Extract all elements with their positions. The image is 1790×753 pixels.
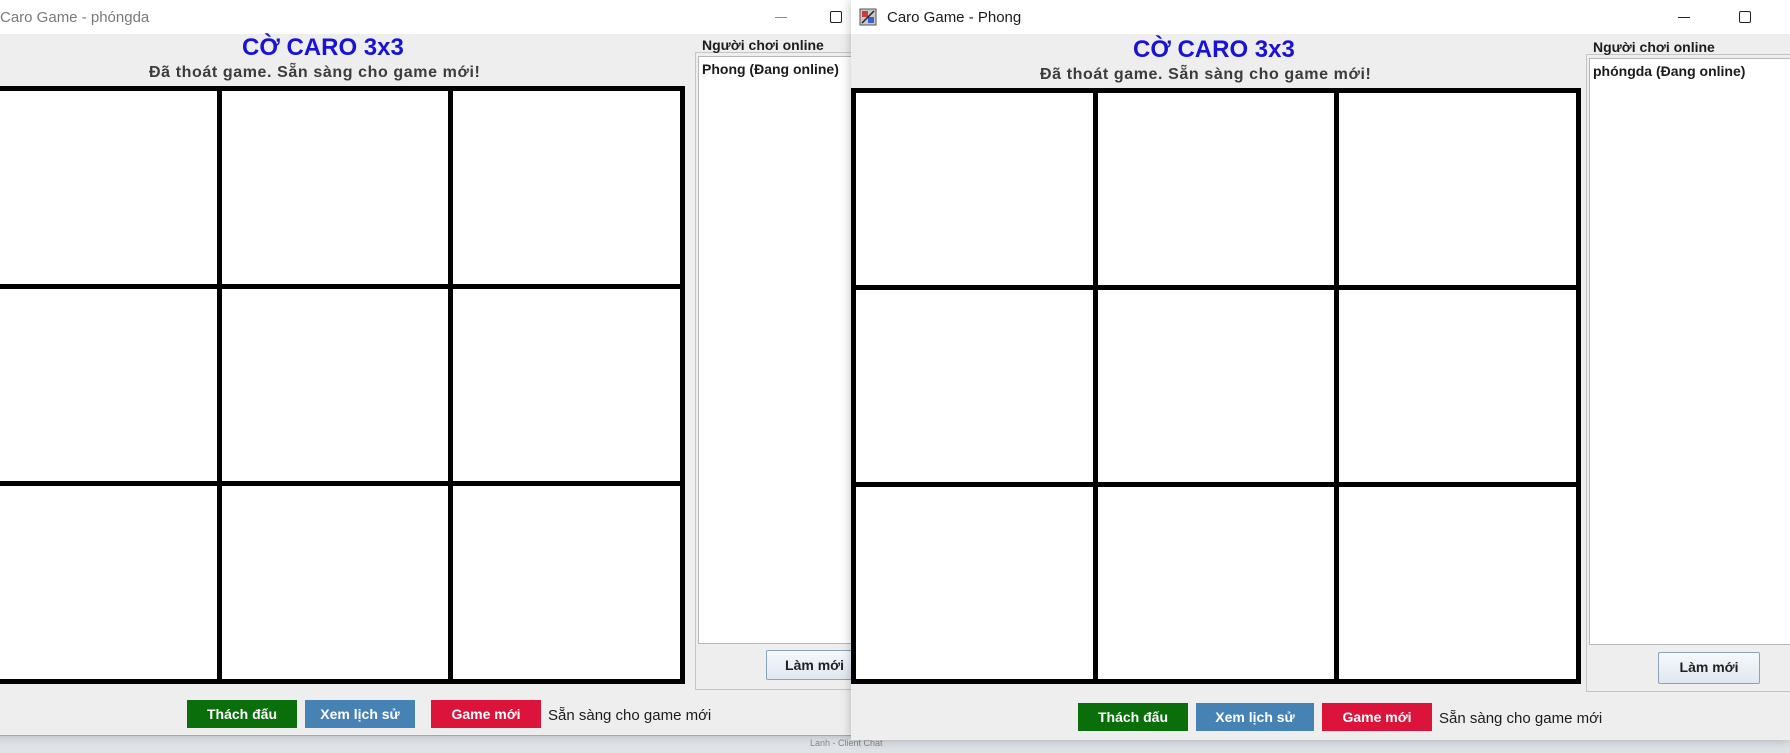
title-bar[interactable]: Caro Game - phóngda <box>0 0 860 34</box>
new-game-button[interactable]: Game mới <box>431 700 541 728</box>
board-cell[interactable] <box>1097 487 1335 679</box>
online-player-item[interactable]: phóngda (Đang online) <box>1593 63 1745 79</box>
footer-status: Sẵn sàng cho game mới <box>548 707 712 724</box>
game-window-right: Caro Game - Phong CỜ CARO 3x3 Đã thoát g… <box>851 0 1790 740</box>
maximize-icon[interactable] <box>825 7 847 27</box>
app-icon <box>859 8 877 26</box>
challenge-button[interactable]: Thách đấu <box>1078 703 1188 731</box>
board-cell[interactable] <box>1339 93 1576 285</box>
board-cell[interactable] <box>0 91 217 284</box>
game-title: CỜ CARO 3x3 <box>242 34 404 61</box>
game-board <box>851 88 1581 684</box>
history-button[interactable]: Xem lịch sử <box>305 700 415 728</box>
board-cell[interactable] <box>221 486 449 679</box>
online-players-label: Người chơi online <box>702 37 824 53</box>
board-cell[interactable] <box>1097 93 1335 285</box>
board-cell[interactable] <box>856 290 1093 482</box>
board-cell[interactable] <box>453 486 680 679</box>
board-cell[interactable] <box>1339 487 1576 679</box>
online-players-label: Người chơi online <box>1593 39 1715 55</box>
refresh-button[interactable]: Làm mới <box>766 650 860 680</box>
new-game-button[interactable]: Game mới <box>1322 703 1432 731</box>
board-cell[interactable] <box>453 91 680 284</box>
minimize-icon[interactable] <box>1673 7 1695 27</box>
game-status-message: Đã thoát game. Sẵn sàng cho game mới! <box>1040 66 1372 83</box>
board-cell[interactable] <box>856 487 1093 679</box>
online-players-list[interactable]: phóngda (Đang online) <box>1589 58 1790 645</box>
game-board <box>0 86 685 684</box>
board-cell[interactable] <box>453 288 680 482</box>
board-cell[interactable] <box>1339 290 1576 482</box>
game-window-left: Caro Game - phóngda CỜ CARO 3x3 Đã thoát… <box>0 0 860 735</box>
maximize-icon[interactable] <box>1734 7 1756 27</box>
window-title: Caro Game - Phong <box>887 9 1022 26</box>
online-players-list[interactable]: Phong (Đang online) <box>698 56 860 644</box>
game-title: CỜ CARO 3x3 <box>1133 36 1295 63</box>
refresh-button[interactable]: Làm mới <box>1658 652 1760 684</box>
online-player-item[interactable]: Phong (Đang online) <box>702 61 839 77</box>
board-cell[interactable] <box>0 486 217 679</box>
window-title: Caro Game - phóngda <box>0 9 150 26</box>
minimize-icon[interactable] <box>770 7 792 27</box>
history-button[interactable]: Xem lịch sử <box>1196 703 1314 731</box>
board-cell[interactable] <box>0 288 217 482</box>
game-status-message: Đã thoát game. Sẵn sàng cho game mới! <box>149 64 481 81</box>
board-cell[interactable] <box>221 288 449 482</box>
board-cell[interactable] <box>856 93 1093 285</box>
title-bar[interactable]: Caro Game - Phong <box>851 0 1790 34</box>
taskbar-item-label[interactable]: Lanh - Client Chat <box>810 738 883 752</box>
footer-status: Sẵn sàng cho game mới <box>1439 710 1603 727</box>
challenge-button[interactable]: Thách đấu <box>187 700 297 728</box>
board-cell[interactable] <box>221 91 449 284</box>
board-cell[interactable] <box>1097 290 1335 482</box>
